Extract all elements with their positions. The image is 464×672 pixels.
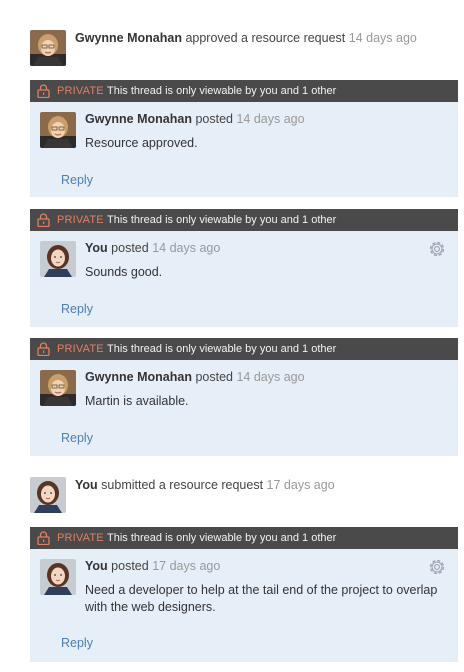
reply-link[interactable]: Reply — [61, 431, 93, 445]
lock-icon — [37, 531, 50, 545]
avatar-you[interactable] — [40, 559, 76, 595]
activity-event-approved: Gwynne Monahan approved a resource reque… — [75, 31, 417, 45]
gear-icon[interactable] — [427, 239, 447, 259]
post-author[interactable]: You — [85, 241, 108, 255]
post-header: Gwynne Monahan posted 14 days ago — [85, 370, 305, 384]
avatar-gwynne-monahan[interactable] — [30, 30, 66, 66]
actor-name[interactable]: Gwynne Monahan — [75, 31, 182, 45]
private-thread-bar: PRIVATE This thread is only viewable by … — [30, 527, 458, 549]
post-time: 17 days ago — [152, 559, 221, 573]
post-body: Need a developer to help at the tail end… — [85, 583, 438, 614]
post-body: Martin is available. — [85, 394, 189, 408]
avatar-gwynne-monahan[interactable] — [40, 370, 76, 406]
thread-panel: You posted 14 days ago Sounds good. Repl… — [30, 231, 458, 327]
post-header: Gwynne Monahan posted 14 days ago — [85, 112, 305, 126]
event-action: approved a resource request — [185, 31, 346, 45]
post-header: You posted 14 days ago — [85, 241, 220, 255]
event-time: 14 days ago — [348, 31, 417, 45]
post-time: 14 days ago — [236, 112, 305, 126]
private-thread-bar: PRIVATE This thread is only viewable by … — [30, 338, 458, 360]
post-verb: posted — [111, 559, 149, 573]
post-body: Sounds good. — [85, 265, 163, 279]
thread-panel: You posted 17 days ago Need a developer … — [30, 549, 458, 662]
private-notice: This thread is only viewable by you and … — [107, 85, 337, 97]
post-header: You posted 17 days ago — [85, 559, 220, 573]
gear-icon[interactable] — [427, 557, 447, 577]
post-verb: posted — [195, 112, 233, 126]
event-time: 17 days ago — [266, 478, 335, 492]
avatar-you[interactable] — [40, 241, 76, 277]
private-thread-bar: PRIVATE This thread is only viewable by … — [30, 80, 458, 102]
lock-icon — [37, 213, 50, 227]
lock-icon — [37, 84, 50, 98]
private-label: PRIVATE — [57, 214, 104, 226]
activity-event-submitted: You submitted a resource request 17 days… — [75, 478, 335, 492]
avatar-you[interactable] — [30, 477, 66, 513]
lock-icon — [37, 342, 50, 356]
private-thread-bar: PRIVATE This thread is only viewable by … — [30, 209, 458, 231]
actor-name[interactable]: You — [75, 478, 98, 492]
post-time: 14 days ago — [236, 370, 305, 384]
post-author[interactable]: Gwynne Monahan — [85, 112, 192, 126]
thread-panel: Gwynne Monahan posted 14 days ago Resour… — [30, 102, 458, 197]
private-label: PRIVATE — [57, 532, 104, 544]
private-label: PRIVATE — [57, 343, 104, 355]
post-author[interactable]: Gwynne Monahan — [85, 370, 192, 384]
reply-link[interactable]: Reply — [61, 302, 93, 316]
thread-panel: Gwynne Monahan posted 14 days ago Martin… — [30, 360, 458, 456]
private-notice: This thread is only viewable by you and … — [107, 532, 337, 544]
private-label: PRIVATE — [57, 85, 104, 97]
avatar-gwynne-monahan[interactable] — [40, 112, 76, 148]
post-time: 14 days ago — [152, 241, 221, 255]
private-notice: This thread is only viewable by you and … — [107, 343, 337, 355]
post-author[interactable]: You — [85, 559, 108, 573]
reply-link[interactable]: Reply — [61, 173, 93, 187]
post-verb: posted — [195, 370, 233, 384]
private-notice: This thread is only viewable by you and … — [107, 214, 337, 226]
reply-link[interactable]: Reply — [61, 636, 93, 650]
event-action: submitted a resource request — [101, 478, 264, 492]
post-verb: posted — [111, 241, 149, 255]
post-body: Resource approved. — [85, 136, 198, 150]
